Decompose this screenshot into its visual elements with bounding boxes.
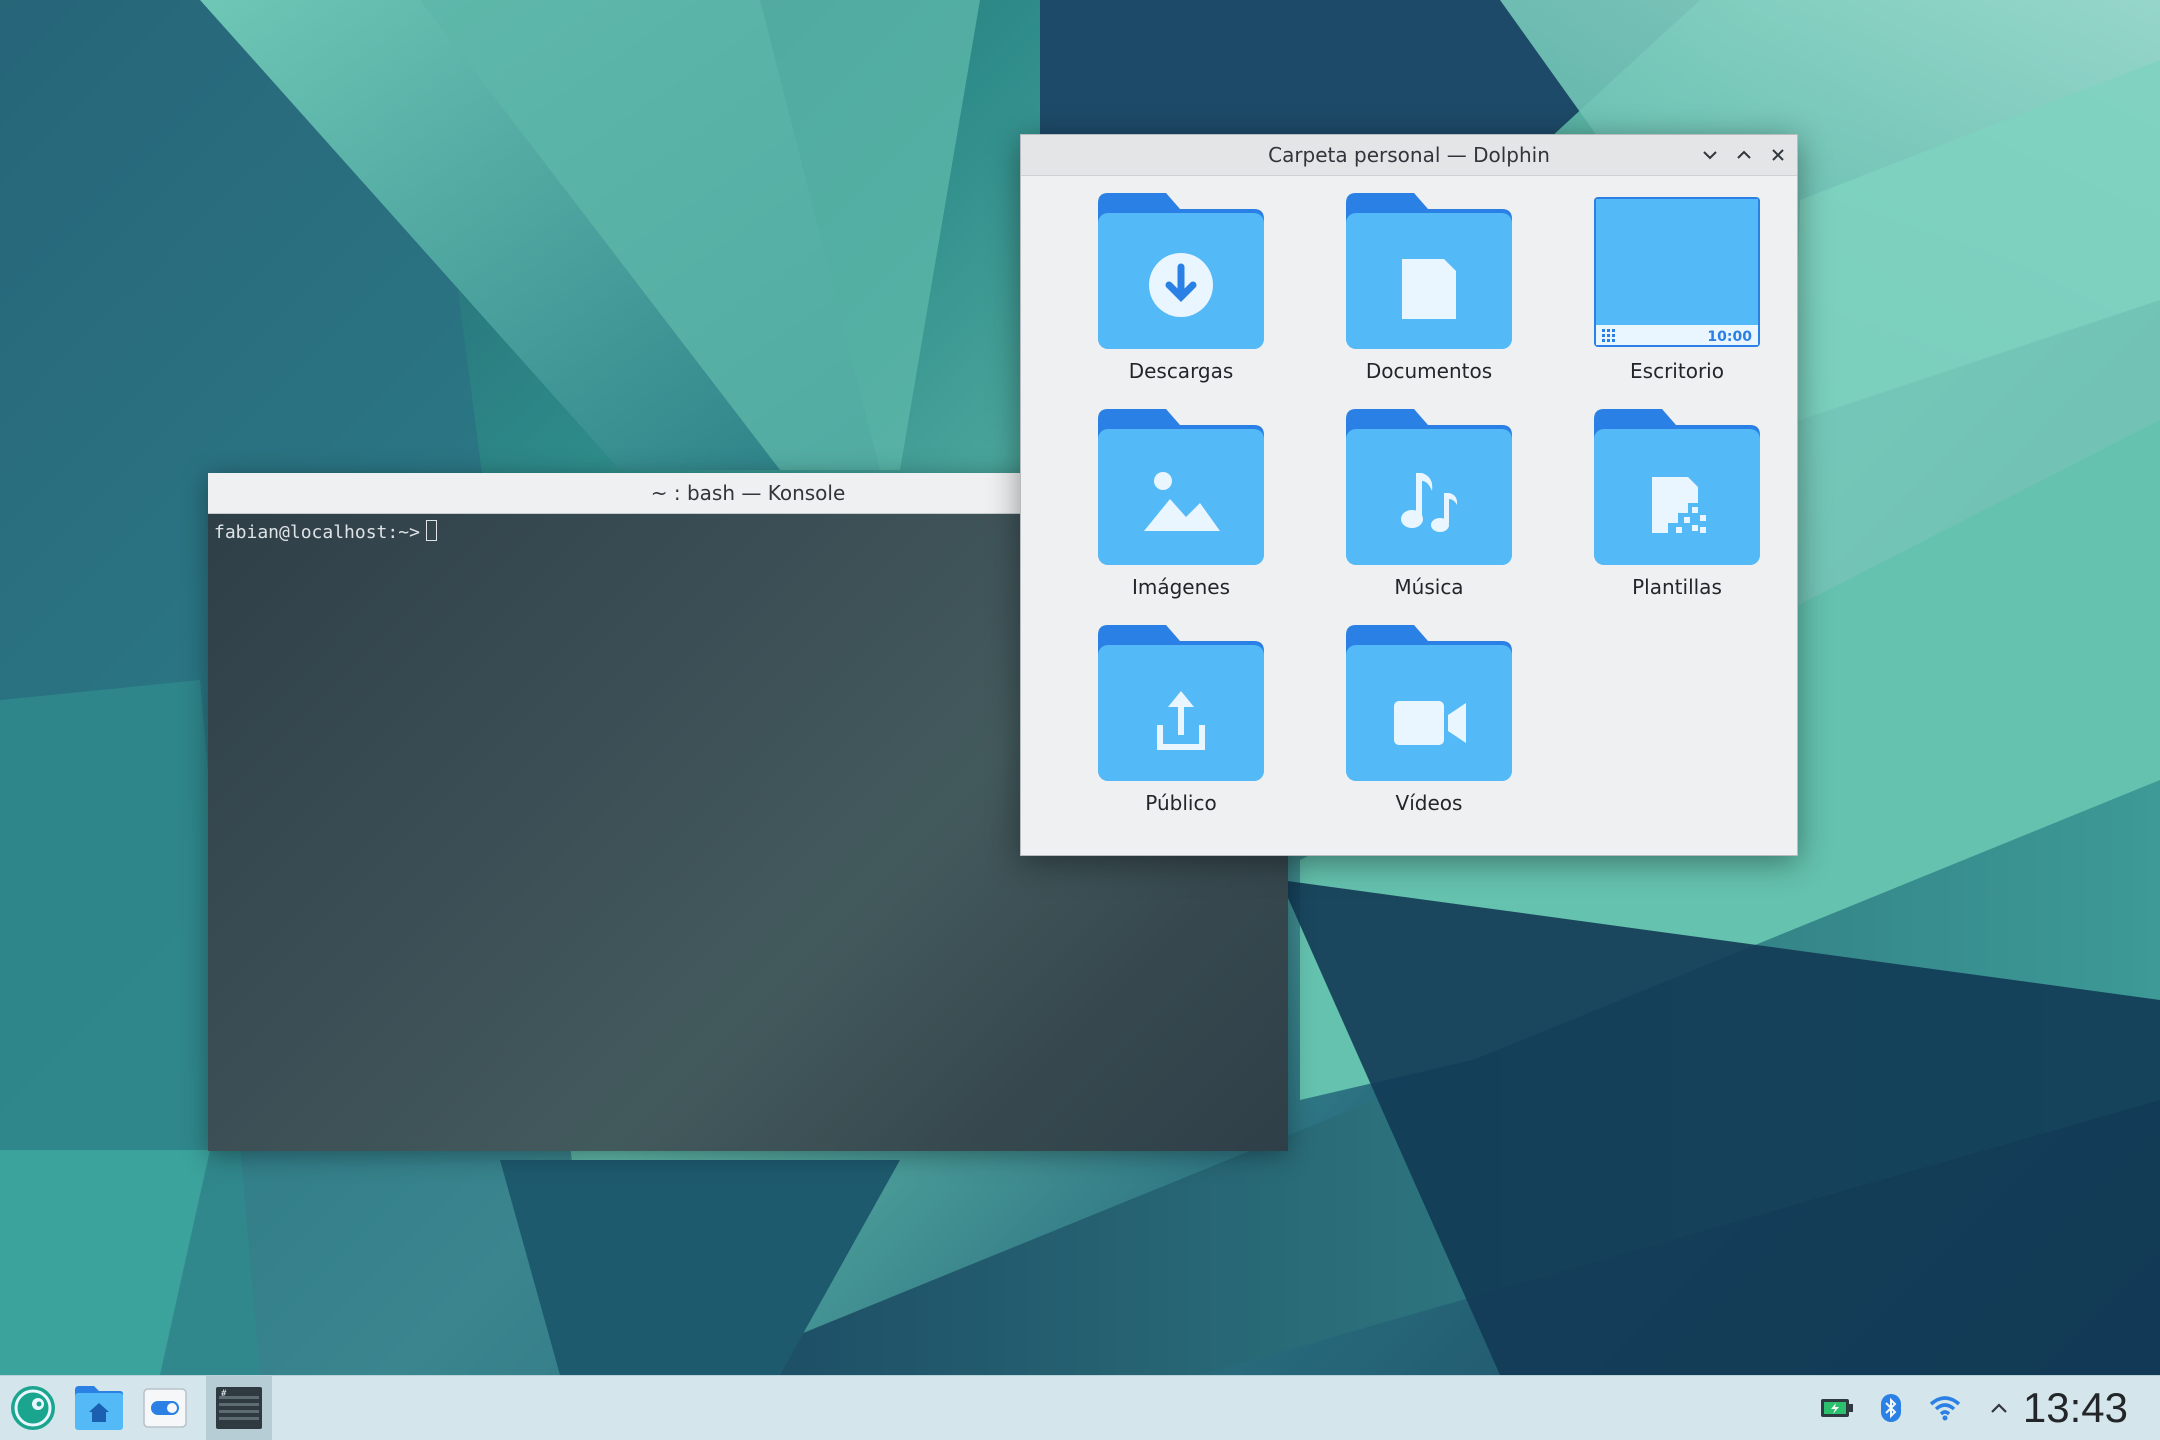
pictures-folder-icon [1098,409,1264,565]
dolphin-window[interactable]: Carpeta personal — Dolphin Descargas Doc… [1020,134,1798,856]
desktop-icon-clock: 10:00 [1707,329,1752,345]
music-folder-icon [1346,409,1512,565]
battery-tray-button[interactable] [1820,1397,1854,1419]
folder-grid: Descargas Documentos 10:00 Escritorio Im… [1057,191,1801,839]
folder-label: Música [1394,575,1464,599]
desktop-wallpaper: ~ : bash — Konsole fabian@localhost:~> C… [0,0,2160,1375]
taskbar: # 13:43 [0,1375,2160,1440]
desktop-folder-icon: 10:00 [1594,197,1760,347]
templates-folder-icon [1594,409,1760,565]
dolphin-titlebar[interactable]: Carpeta personal — Dolphin [1021,135,1797,176]
opensuse-logo-icon [11,1386,55,1430]
dolphin-title: Carpeta personal — Dolphin [1268,143,1550,167]
chevron-up-icon [1991,1403,2007,1413]
folder-label: Público [1145,791,1217,815]
minimize-button[interactable] [1699,144,1721,166]
close-icon [1772,149,1784,161]
taskbar-settings-button[interactable] [132,1376,198,1440]
folder-item-videos[interactable]: Vídeos [1305,623,1553,839]
videos-folder-icon [1346,625,1512,781]
wifi-icon [1929,1396,1961,1421]
close-button[interactable] [1767,144,1789,166]
folder-label: Descargas [1128,359,1234,383]
folder-item-descargas[interactable]: Descargas [1057,191,1305,407]
folder-label: Vídeos [1395,791,1463,815]
taskbar-dolphin-button[interactable] [66,1376,132,1440]
terminal-cursor [425,520,437,541]
folder-label: Plantillas [1632,575,1722,599]
folder-item-imagenes[interactable]: Imágenes [1057,407,1305,623]
chevron-down-icon [1703,151,1717,160]
home-folder-icon [75,1386,123,1430]
bluetooth-tray-button[interactable] [1880,1393,1902,1423]
folder-item-musica[interactable]: Música [1305,407,1553,623]
terminal-prompt: fabian@localhost:~> [214,522,420,543]
battery-icon [1821,1399,1853,1417]
folder-item-plantillas[interactable]: Plantillas [1553,407,1801,623]
digital-clock[interactable]: 13:43 [2023,1376,2128,1440]
system-tray [1820,1376,2010,1440]
public-folder-icon [1098,625,1264,781]
folder-label: Escritorio [1630,359,1724,383]
download-folder-icon [1098,193,1264,349]
application-launcher-button[interactable] [0,1376,66,1440]
maximize-button[interactable] [1733,144,1755,166]
folder-label: Documentos [1365,359,1493,383]
documents-folder-icon [1346,193,1512,349]
tray-expand-button[interactable] [1988,1397,2010,1419]
network-tray-button[interactable] [1928,1395,1962,1421]
konsole-title: ~ : bash — Konsole [650,481,846,505]
svg-text:#: # [221,1389,227,1399]
bluetooth-icon [1881,1394,1901,1422]
folder-item-escritorio[interactable]: 10:00 Escritorio [1553,191,1801,407]
taskbar-konsole-button[interactable]: # [206,1376,272,1440]
folder-label: Imágenes [1131,575,1231,599]
folder-item-documentos[interactable]: Documentos [1305,191,1553,407]
folder-item-publico[interactable]: Público [1057,623,1305,839]
terminal-icon: # [216,1387,262,1429]
chevron-up-icon [1737,150,1751,159]
clock-time: 13:43 [2022,1384,2128,1431]
system-settings-icon [143,1388,187,1428]
